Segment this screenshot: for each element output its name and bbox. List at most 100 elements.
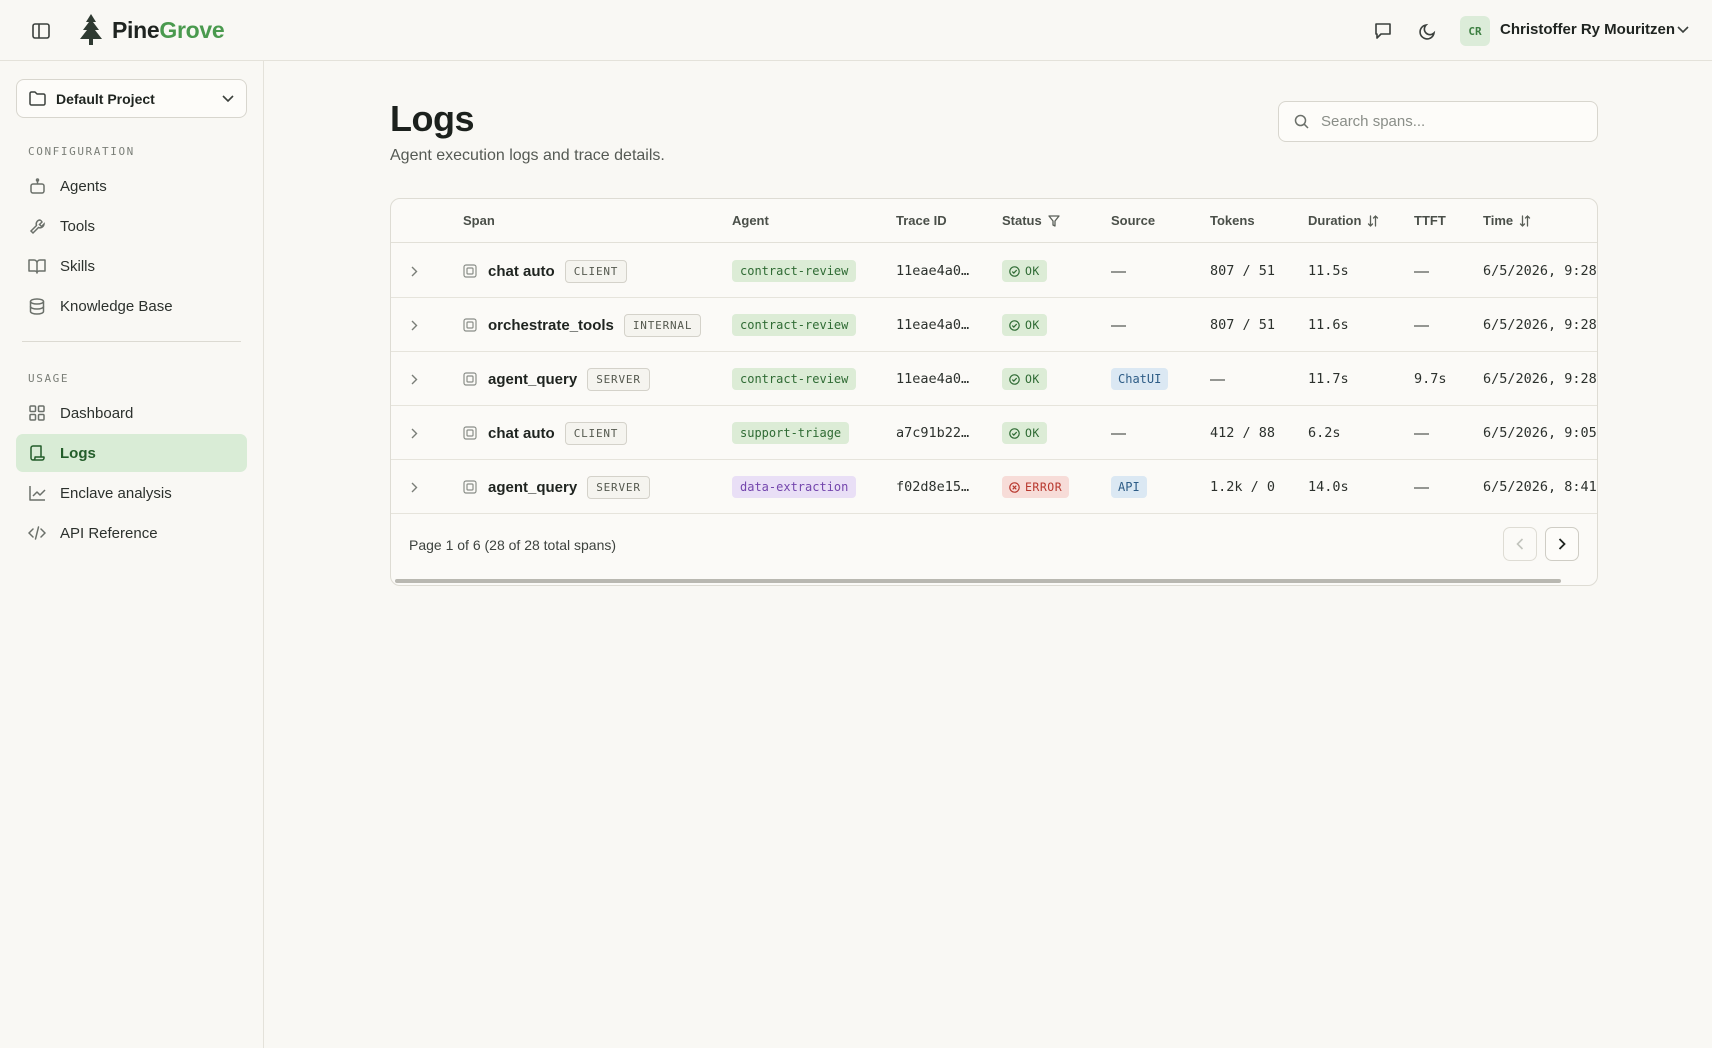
next-page-button[interactable]: [1545, 527, 1579, 561]
sidebar-item-api-reference[interactable]: API Reference: [16, 514, 247, 552]
chevron-right-icon: [411, 320, 418, 330]
duration-cell: 14.0s: [1308, 479, 1349, 495]
check-circle-icon: [1009, 319, 1020, 331]
sidebar-item-label: Agents: [60, 177, 107, 195]
span-kind-badge: SERVER: [587, 367, 650, 391]
ttft-cell: —: [1414, 478, 1429, 496]
x-circle-icon: [1009, 481, 1020, 493]
chevron-right-icon: [411, 374, 418, 384]
column-header-time[interactable]: Time: [1483, 213, 1531, 228]
status-cell: OK: [1002, 298, 1047, 352]
table-header: Span Agent Trace ID Status Source Tokens…: [391, 199, 1597, 243]
column-header-tokens[interactable]: Tokens: [1210, 213, 1255, 228]
section-label-usage: USAGE: [28, 372, 70, 385]
sidebar-item-enclave-analysis[interactable]: Enclave analysis: [16, 474, 247, 512]
expand-row-button[interactable]: [411, 244, 418, 298]
scrollbar-thumb[interactable]: [395, 579, 1561, 583]
sidebar-item-label: Knowledge Base: [60, 297, 173, 315]
sort-icon[interactable]: [1367, 214, 1379, 227]
chevron-left-icon: [1516, 538, 1524, 550]
check-circle-icon: [1009, 427, 1020, 439]
table-row[interactable]: chat auto CLIENT contract-review 11eae4a0… O…: [391, 244, 1597, 298]
expand-row-button[interactable]: [411, 406, 418, 460]
robot-icon: [28, 177, 46, 195]
wrench-icon: [28, 217, 46, 235]
chevron-down-icon[interactable]: [1674, 21, 1692, 39]
column-header-status[interactable]: Status: [1002, 213, 1060, 228]
trace-id: 11eae4a0…: [896, 263, 970, 279]
moon-icon[interactable]: [1415, 18, 1441, 44]
trace-id: f02d8e15…: [896, 479, 970, 495]
horizontal-scrollbar[interactable]: [391, 577, 1597, 585]
sidebar-item-label: Tools: [60, 217, 96, 235]
time-cell: 6/5/2026, 9:28: [1483, 263, 1597, 279]
trace-id: 11eae4a0…: [896, 371, 970, 387]
folder-icon: [29, 91, 46, 106]
ttft-cell: —: [1414, 424, 1429, 442]
source-cell: API: [1111, 460, 1147, 514]
pine-tree-icon: [80, 14, 102, 45]
expand-row-button[interactable]: [411, 352, 418, 406]
time-cell: 6/5/2026, 9:05: [1483, 425, 1597, 441]
chat-icon[interactable]: [1370, 18, 1396, 44]
tokens-cell: —: [1210, 370, 1225, 388]
table-row[interactable]: agent_query SERVER data-extraction f02d8e15…: [391, 460, 1597, 514]
table-row[interactable]: chat auto CLIENT support-triage a7c91b22… OK…: [391, 406, 1597, 460]
user-name[interactable]: Christoffer Ry Mouritzen: [1500, 21, 1675, 38]
sort-icon[interactable]: [1519, 214, 1531, 227]
brand-logo[interactable]: PineGrove: [76, 13, 225, 47]
expand-row-button[interactable]: [411, 460, 418, 514]
column-header-trace-id[interactable]: Trace ID: [896, 213, 947, 228]
project-selector[interactable]: Default Project: [16, 79, 247, 118]
table-row[interactable]: agent_query SERVER contract-review 11eae4a0…: [391, 352, 1597, 406]
sidebar-item-knowledge-base[interactable]: Knowledge Base: [16, 287, 247, 325]
sidebar-toggle-icon[interactable]: [28, 19, 54, 43]
table-row[interactable]: orchestrate_tools INTERNAL contract-review…: [391, 298, 1597, 352]
agent-cell: data-extraction: [732, 460, 857, 514]
sidebar-item-label: Logs: [60, 444, 96, 462]
sidebar-item-tools[interactable]: Tools: [16, 207, 247, 245]
project-name: Default Project: [56, 90, 155, 107]
chevron-right-icon: [411, 482, 418, 492]
chevron-right-icon: [411, 266, 418, 276]
span-icon: [463, 406, 477, 460]
span-icon: [463, 352, 477, 406]
search-box[interactable]: [1278, 101, 1598, 142]
agent-badge: data-extraction: [732, 476, 857, 498]
agent-badge: contract-review: [732, 368, 857, 390]
source-cell: —: [1111, 316, 1126, 334]
column-header-agent[interactable]: Agent: [732, 213, 769, 228]
sidebar-item-agents[interactable]: Agents: [16, 167, 247, 205]
previous-page-button[interactable]: [1503, 527, 1537, 561]
status-badge: OK: [1002, 422, 1047, 444]
brand-name: PineGrove: [112, 16, 225, 43]
duration-cell: 11.7s: [1308, 371, 1349, 387]
column-header-source[interactable]: Source: [1111, 213, 1155, 228]
column-header-span[interactable]: Span: [463, 213, 495, 228]
column-header-ttft[interactable]: TTFT: [1414, 213, 1446, 228]
expand-row-button[interactable]: [411, 298, 418, 352]
sidebar-item-logs[interactable]: Logs: [16, 434, 247, 472]
status-cell: OK: [1002, 406, 1047, 460]
span-name: agent_query: [488, 370, 578, 388]
sidebar-item-dashboard[interactable]: Dashboard: [16, 394, 247, 432]
time-cell: 6/5/2026, 8:41: [1483, 479, 1597, 495]
span-name: chat auto: [488, 424, 555, 442]
status-cell: OK: [1002, 352, 1047, 406]
avatar[interactable]: CR: [1460, 16, 1490, 46]
chevron-right-icon: [1558, 538, 1566, 550]
column-header-duration[interactable]: Duration: [1308, 213, 1379, 228]
code-icon: [28, 524, 46, 542]
status-badge: ERROR: [1002, 476, 1070, 498]
tokens-cell: 412 / 88: [1210, 425, 1276, 441]
search-input[interactable]: [1321, 113, 1581, 130]
tokens-cell: 807 / 51: [1210, 263, 1276, 279]
source-cell: —: [1111, 424, 1126, 442]
filter-icon[interactable]: [1048, 214, 1060, 227]
duration-cell: 11.5s: [1308, 263, 1349, 279]
sidebar-item-skills[interactable]: Skills: [16, 247, 247, 285]
scroll-icon: [28, 444, 46, 462]
book-icon: [28, 257, 46, 275]
section-label-configuration: CONFIGURATION: [28, 145, 135, 158]
status-badge: OK: [1002, 260, 1047, 282]
